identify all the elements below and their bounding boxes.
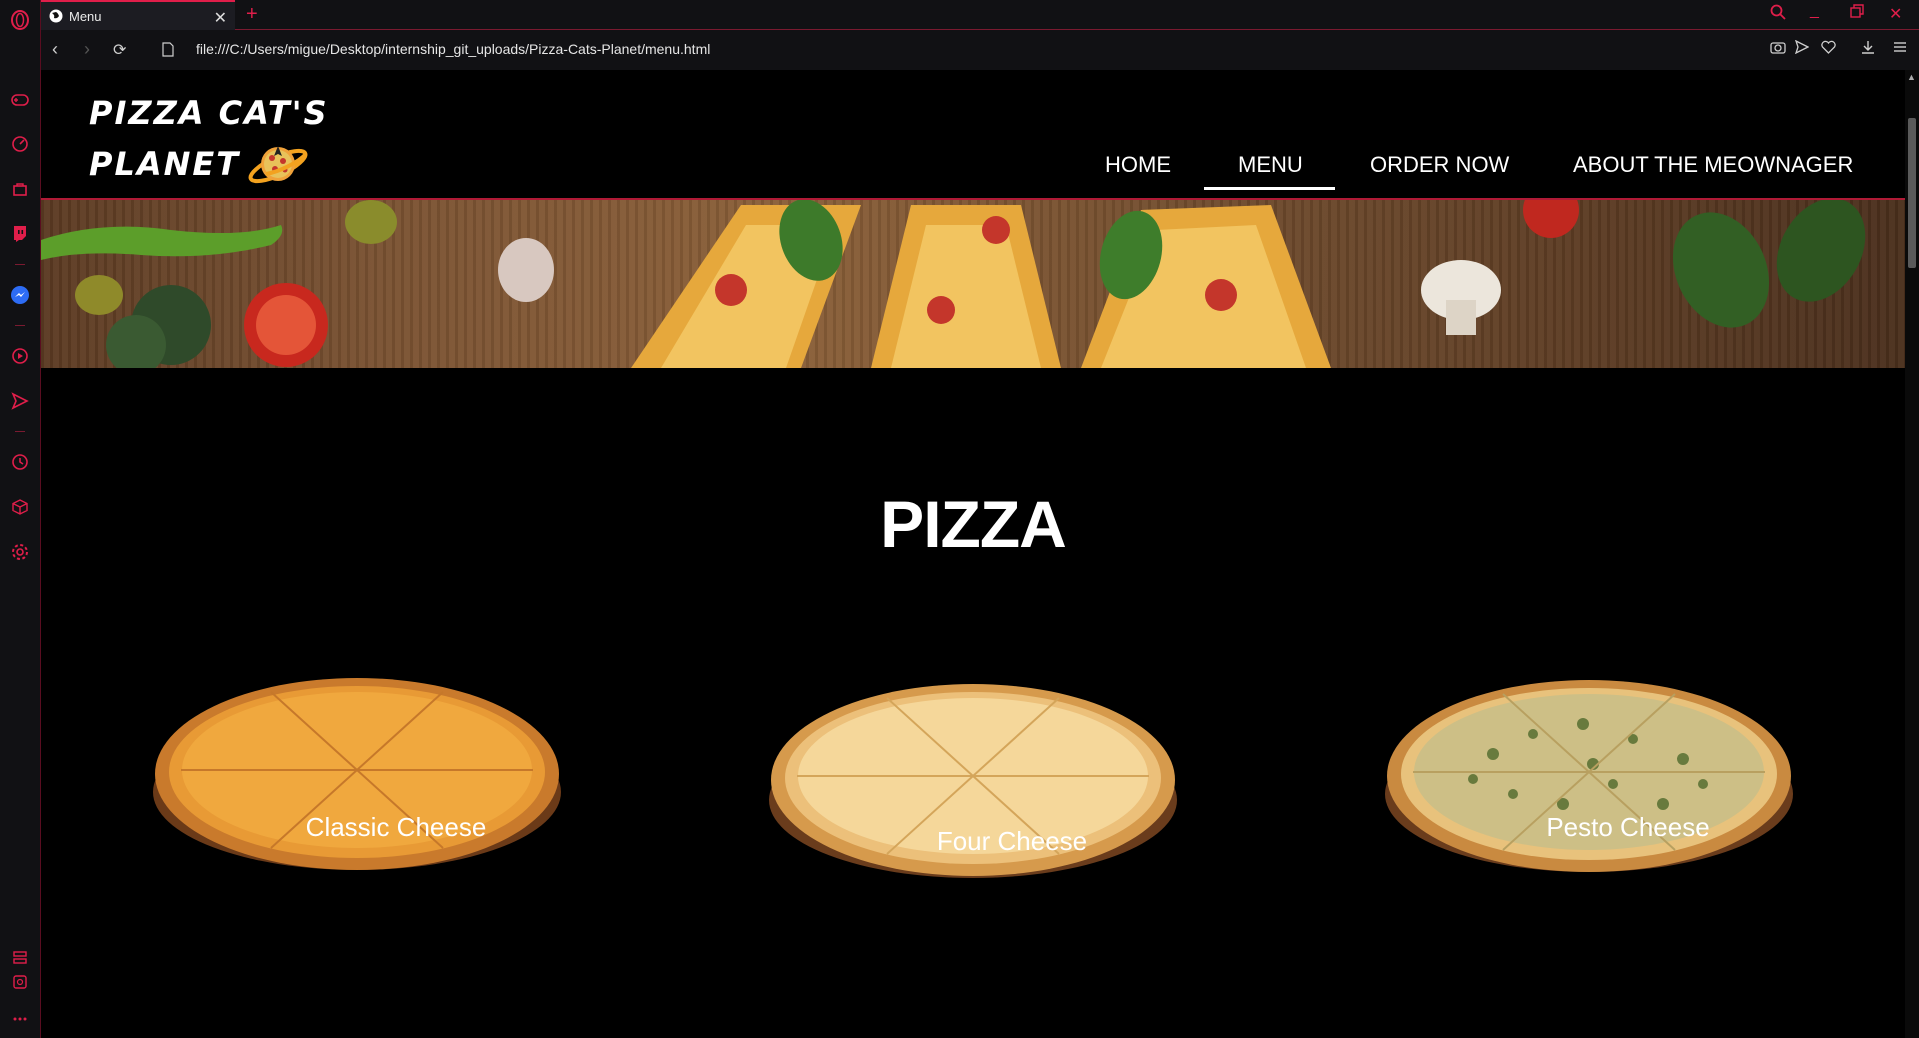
pizza-name: Classic Cheese (305, 812, 487, 842)
pizza-planet-icon (248, 146, 308, 184)
tab-menu[interactable]: Menu ✕ (41, 0, 235, 30)
minimize-icon[interactable]: _ (1810, 2, 1819, 20)
sidebar-separator (15, 431, 25, 432)
pizza-banner-image (41, 200, 1905, 368)
search-tabs-icon[interactable] (1770, 4, 1786, 25)
nav-home[interactable]: HOME (1105, 152, 1171, 178)
page-file-icon (162, 41, 174, 62)
nav-menu[interactable]: MENU (1238, 152, 1303, 178)
pizza-name: Pesto Cheese (1546, 812, 1710, 842)
send-page-icon[interactable] (1794, 39, 1810, 58)
twitch-icon[interactable] (9, 223, 31, 245)
nav-about-meownager[interactable]: ABOUT THE MEOWNAGER (1573, 152, 1853, 178)
camera-icon[interactable] (1770, 40, 1786, 58)
globe-icon (49, 9, 63, 23)
heart-icon[interactable] (1821, 40, 1836, 58)
pizza-name: Four Cheese (936, 826, 1088, 856)
site-header: PIZZA CAT'S PLANET HOME MENU ORDER NOW A… (41, 70, 1905, 200)
restore-icon[interactable] (1850, 4, 1864, 23)
scroll-up-icon[interactable]: ▲ (1907, 72, 1916, 82)
pizza-image-pesto-cheese (1385, 680, 1793, 872)
back-icon[interactable]: ‹ (52, 39, 58, 60)
section-title-pizza: PIZZA (880, 487, 1067, 561)
page-scrollbar[interactable]: ▲ (1905, 70, 1919, 1038)
download-icon[interactable] (1861, 40, 1875, 58)
settings-gear-icon[interactable] (9, 541, 31, 563)
opera-logo-icon[interactable] (9, 9, 31, 31)
extensions-cube-icon[interactable] (9, 496, 31, 518)
nav-order-now[interactable]: ORDER NOW (1370, 152, 1509, 178)
close-window-icon[interactable]: ✕ (1889, 4, 1902, 24)
sidebar-separator (15, 264, 25, 265)
snapshot-icon[interactable] (9, 971, 31, 993)
tab-bar: Menu ✕ + _ ✕ (41, 0, 1919, 30)
bag-icon[interactable] (9, 178, 31, 200)
scroll-thumb[interactable] (1908, 118, 1916, 268)
more-dots-icon[interactable] (9, 1008, 31, 1030)
tab-close-icon[interactable]: ✕ (214, 8, 227, 28)
history-icon[interactable] (9, 451, 31, 473)
workspaces-icon[interactable] (9, 947, 31, 969)
reload-icon[interactable]: ⟳ (113, 40, 126, 60)
web-page: PIZZA CAT'S PLANET HOME MENU ORDER NOW A… (41, 70, 1905, 1038)
forward-icon[interactable]: › (84, 39, 90, 60)
site-logo[interactable]: PIZZA CAT'S PLANET (89, 90, 329, 192)
easy-setup-icon[interactable] (1893, 40, 1907, 57)
address-bar: ‹ › ⟳ file:///C:/Users/migue/Desktop/int… (41, 30, 1919, 70)
url-field[interactable]: file:///C:/Users/migue/Desktop/internshi… (196, 41, 710, 57)
gamepad-icon[interactable] (9, 89, 31, 111)
tab-title: Menu (69, 8, 102, 24)
browser-sidebar (0, 0, 41, 1038)
logo-line-1: PIZZA CAT'S (89, 94, 329, 132)
new-tab-button[interactable]: + (246, 3, 258, 26)
player-icon[interactable] (9, 345, 31, 367)
sidebar-separator (15, 325, 25, 326)
speedometer-icon[interactable] (9, 133, 31, 155)
logo-line-2: PLANET (89, 145, 241, 183)
messenger-icon[interactable] (9, 284, 31, 306)
nav-active-underline (1204, 187, 1335, 190)
send-icon[interactable] (9, 390, 31, 412)
